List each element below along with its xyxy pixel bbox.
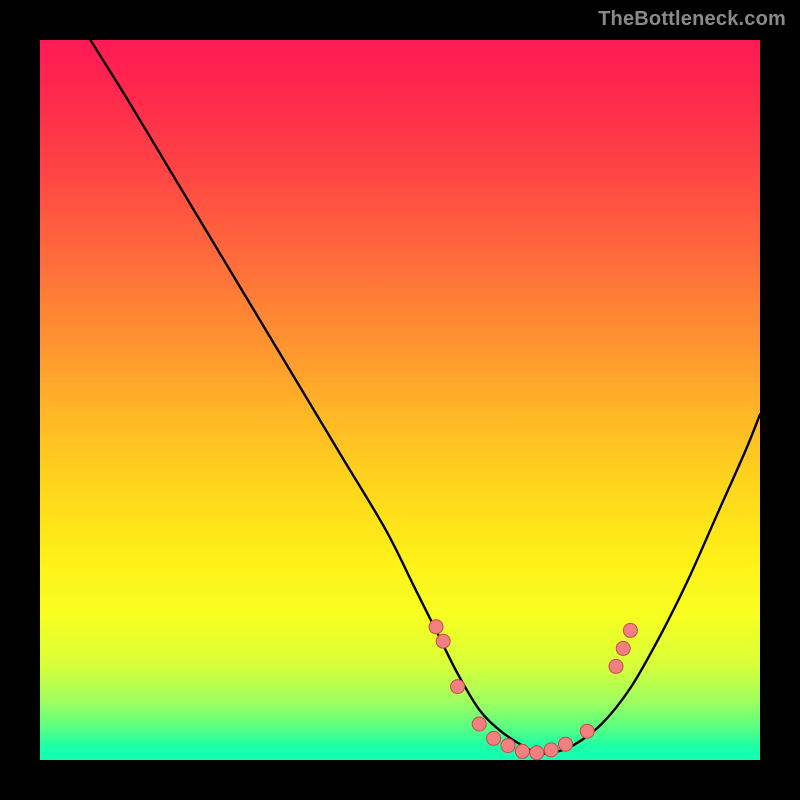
- data-marker: [623, 623, 637, 637]
- data-marker: [515, 744, 529, 758]
- bottleneck-curve: [90, 40, 760, 754]
- data-marker: [436, 634, 450, 648]
- marker-group: [429, 620, 637, 760]
- data-marker: [544, 743, 558, 757]
- watermark-text: TheBottleneck.com: [598, 8, 786, 31]
- curve-svg: [40, 40, 760, 760]
- plot-area: [40, 40, 760, 760]
- data-marker: [472, 717, 486, 731]
- data-marker: [559, 737, 573, 751]
- data-marker: [580, 724, 594, 738]
- data-marker: [429, 620, 443, 634]
- data-marker: [616, 641, 630, 655]
- data-marker: [501, 739, 515, 753]
- data-marker: [609, 659, 623, 673]
- data-marker: [530, 746, 544, 760]
- data-marker: [487, 731, 501, 745]
- data-marker: [451, 680, 465, 694]
- chart-container: TheBottleneck.com: [0, 0, 800, 800]
